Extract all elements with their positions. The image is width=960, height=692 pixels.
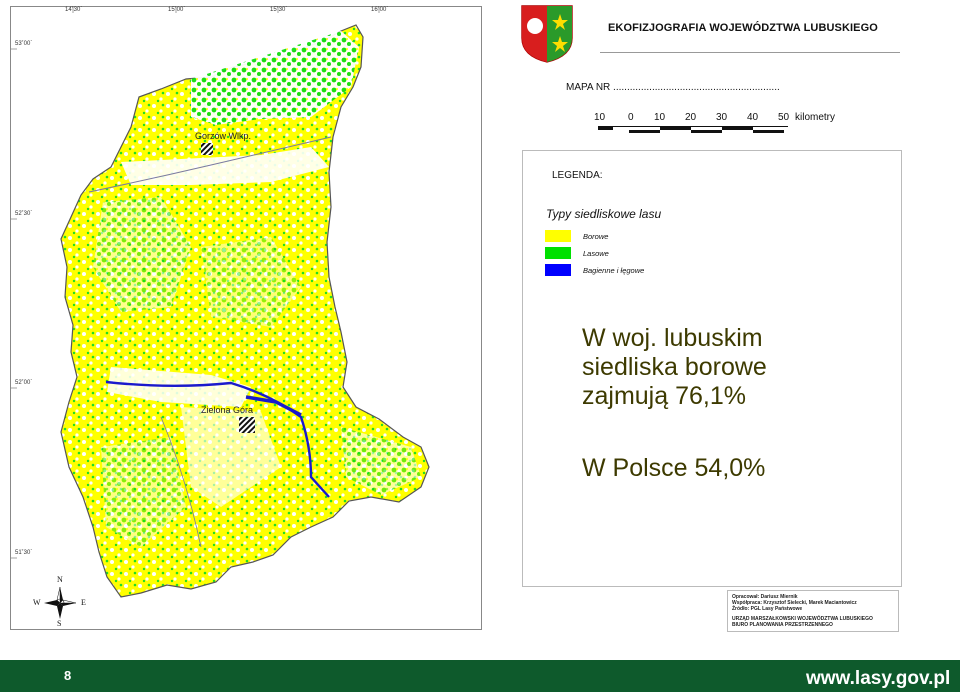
- legend-label: Lasowe: [583, 248, 609, 258]
- lat-label-1: 53˚00´: [15, 41, 33, 47]
- swatch-bagienne: [545, 264, 571, 276]
- website-link[interactable]: www.lasy.gov.pl: [806, 668, 950, 690]
- statement-line-3: zajmują 76,1%: [582, 382, 746, 410]
- credits-source: Źródło: PGL Lasy Państwowe: [732, 606, 803, 612]
- lon-label-1: 14˚30´: [65, 7, 83, 13]
- compass-north: N: [57, 575, 63, 584]
- legend-item-lasowe: Lasowe: [545, 247, 609, 259]
- scale-unit: kilometry: [795, 112, 836, 123]
- scale-tick-label: 10: [654, 112, 666, 123]
- zielona-gora-marker: [239, 417, 255, 433]
- city-label-gorzow: Gorzów Wlkp.: [195, 131, 252, 141]
- lon-label-4: 16˚00´: [371, 7, 389, 13]
- scale-tick-label: 30: [716, 112, 728, 123]
- scale-tick-label: 0: [628, 112, 634, 123]
- statement-text: W woj. lubuskim siedliska borowe zajmują…: [582, 324, 767, 411]
- gorzow-marker: [201, 143, 213, 155]
- compass-west: W: [33, 598, 41, 607]
- header-divider: [600, 52, 900, 53]
- statement-line-1: W woj. lubuskim: [582, 324, 763, 352]
- legend-title: LEGENDA:: [552, 170, 603, 181]
- voivodeship-map-graphic: [11, 7, 430, 619]
- scale-segments: [598, 126, 788, 133]
- legend-label: Bagienne i łęgowe: [583, 265, 645, 275]
- document-title: EKOFIZJOGRAFIA WOJEWÓDZTWA LUBUSKIEGO: [608, 22, 878, 34]
- compass-east: E: [81, 598, 86, 607]
- scale-tick-label: 10: [594, 112, 606, 123]
- legend-subtitle: Typy siedliskowe lasu: [546, 207, 662, 221]
- scale-bar: 10 0 10 20 30 40 50 kilometry: [592, 112, 852, 142]
- scale-tick-label: 40: [747, 112, 759, 123]
- lon-label-3: 15˚30´: [270, 7, 288, 13]
- coat-of-arms-logo: [521, 5, 573, 63]
- compass-rose: [44, 586, 77, 619]
- scale-tick-label: 50: [778, 112, 790, 123]
- swatch-borowe: [545, 230, 571, 242]
- page-number: 8: [64, 668, 72, 683]
- compass-south: S: [57, 619, 62, 628]
- credits-box: Opracował: Dariusz Miernik Współpraca: K…: [727, 590, 899, 632]
- legend-item-borowe: Borowe: [545, 230, 608, 242]
- credits-bureau: BIURO PLANOWANIA PRZESTRZENNEGO: [732, 622, 833, 628]
- statement-line-2: siedliska borowe: [582, 353, 767, 381]
- scale-tick-label: 20: [685, 112, 697, 123]
- city-label-zielona-gora: Zielona Góra: [201, 405, 254, 415]
- forest-habitat-map: 14˚30´ 15˚00´ 15˚30´ 16˚00´ 53˚00´ 52˚30…: [10, 6, 482, 630]
- map-number: MAPA NR ................................…: [566, 82, 780, 93]
- lat-label-3: 52˚00´: [15, 380, 33, 386]
- legend-item-bagienne: Bagienne i łęgowe: [545, 264, 644, 276]
- legend-label: Borowe: [583, 231, 609, 241]
- poland-statement: W Polsce 54,0%: [582, 454, 766, 482]
- lon-label-2: 15˚00´: [168, 7, 186, 13]
- swatch-lasowe: [545, 247, 571, 259]
- lat-label-4: 51˚30´: [15, 550, 33, 556]
- lat-label-2: 52˚30´: [15, 211, 33, 217]
